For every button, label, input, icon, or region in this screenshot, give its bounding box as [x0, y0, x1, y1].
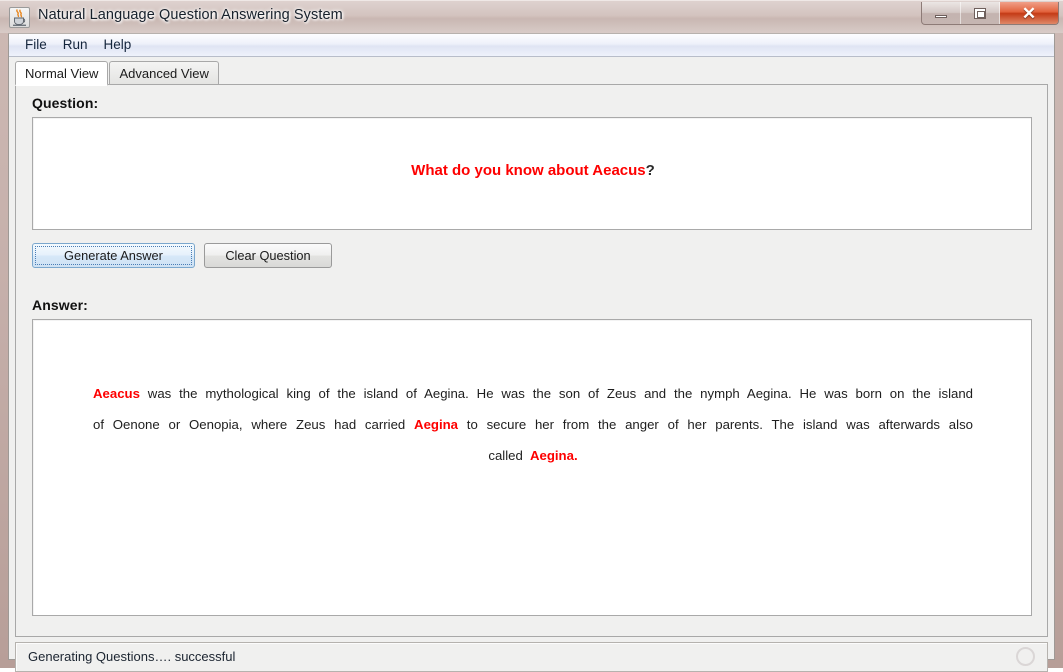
window-controls: ✕	[921, 2, 1059, 25]
question-display-panel[interactable]: What do you know about Aeacus?	[32, 117, 1032, 230]
tab-advanced-view-label: Advanced View	[119, 65, 209, 81]
java-coffee-cup-icon	[9, 7, 30, 28]
question-text-body: What do you know about Aeacus	[411, 162, 646, 179]
clear-question-button[interactable]: Clear Question	[204, 243, 332, 268]
client-area: File Run Help Normal View Advanced View …	[8, 33, 1055, 672]
tab-normal-view-label: Normal View	[25, 65, 99, 81]
window-frame: Natural Language Question Answering Syst…	[0, 0, 1063, 672]
close-icon: ✕	[1021, 3, 1037, 23]
title-bar: Natural Language Question Answering Syst…	[0, 0, 1063, 33]
menu-bar: File Run Help	[9, 34, 1054, 57]
answer-highlight-term: Aegina	[414, 417, 459, 432]
answer-highlight-term: Aegina.	[529, 448, 578, 463]
question-label: Question:	[32, 95, 99, 111]
maximize-button[interactable]	[961, 2, 1000, 24]
clear-question-button-label: Clear Question	[225, 248, 311, 263]
answer-highlight-term: Aeacus	[93, 386, 140, 401]
focus-ring	[35, 246, 192, 265]
tab-strip: Normal View Advanced View	[15, 61, 1048, 86]
maximize-icon	[974, 7, 986, 19]
menu-item-file[interactable]: File	[17, 36, 55, 54]
status-text: Generating Questions…. successful	[28, 649, 236, 664]
menu-item-help[interactable]: Help	[96, 36, 140, 54]
tab-advanced-view[interactable]: Advanced View	[109, 61, 219, 84]
resize-ring-icon[interactable]	[1016, 647, 1035, 666]
answer-display-panel[interactable]: Aeacus was the mythological king of the …	[32, 319, 1032, 616]
close-button[interactable]: ✕	[1000, 2, 1058, 24]
minimize-icon	[935, 15, 947, 18]
minimize-button[interactable]	[922, 2, 961, 24]
question-mark: ?	[645, 162, 655, 179]
question-text: What do you know about Aeacus?	[33, 162, 1033, 179]
answer-text: Aeacus was the mythological king of the …	[93, 378, 973, 471]
tab-normal-view[interactable]: Normal View	[15, 61, 109, 86]
tab-content-normal-view: Question: What do you know about Aeacus?…	[15, 85, 1048, 637]
window-title: Natural Language Question Answering Syst…	[38, 7, 343, 23]
menu-item-run[interactable]: Run	[55, 36, 96, 54]
generate-answer-button[interactable]: Generate Answer	[32, 243, 195, 268]
answer-label: Answer:	[32, 297, 88, 313]
